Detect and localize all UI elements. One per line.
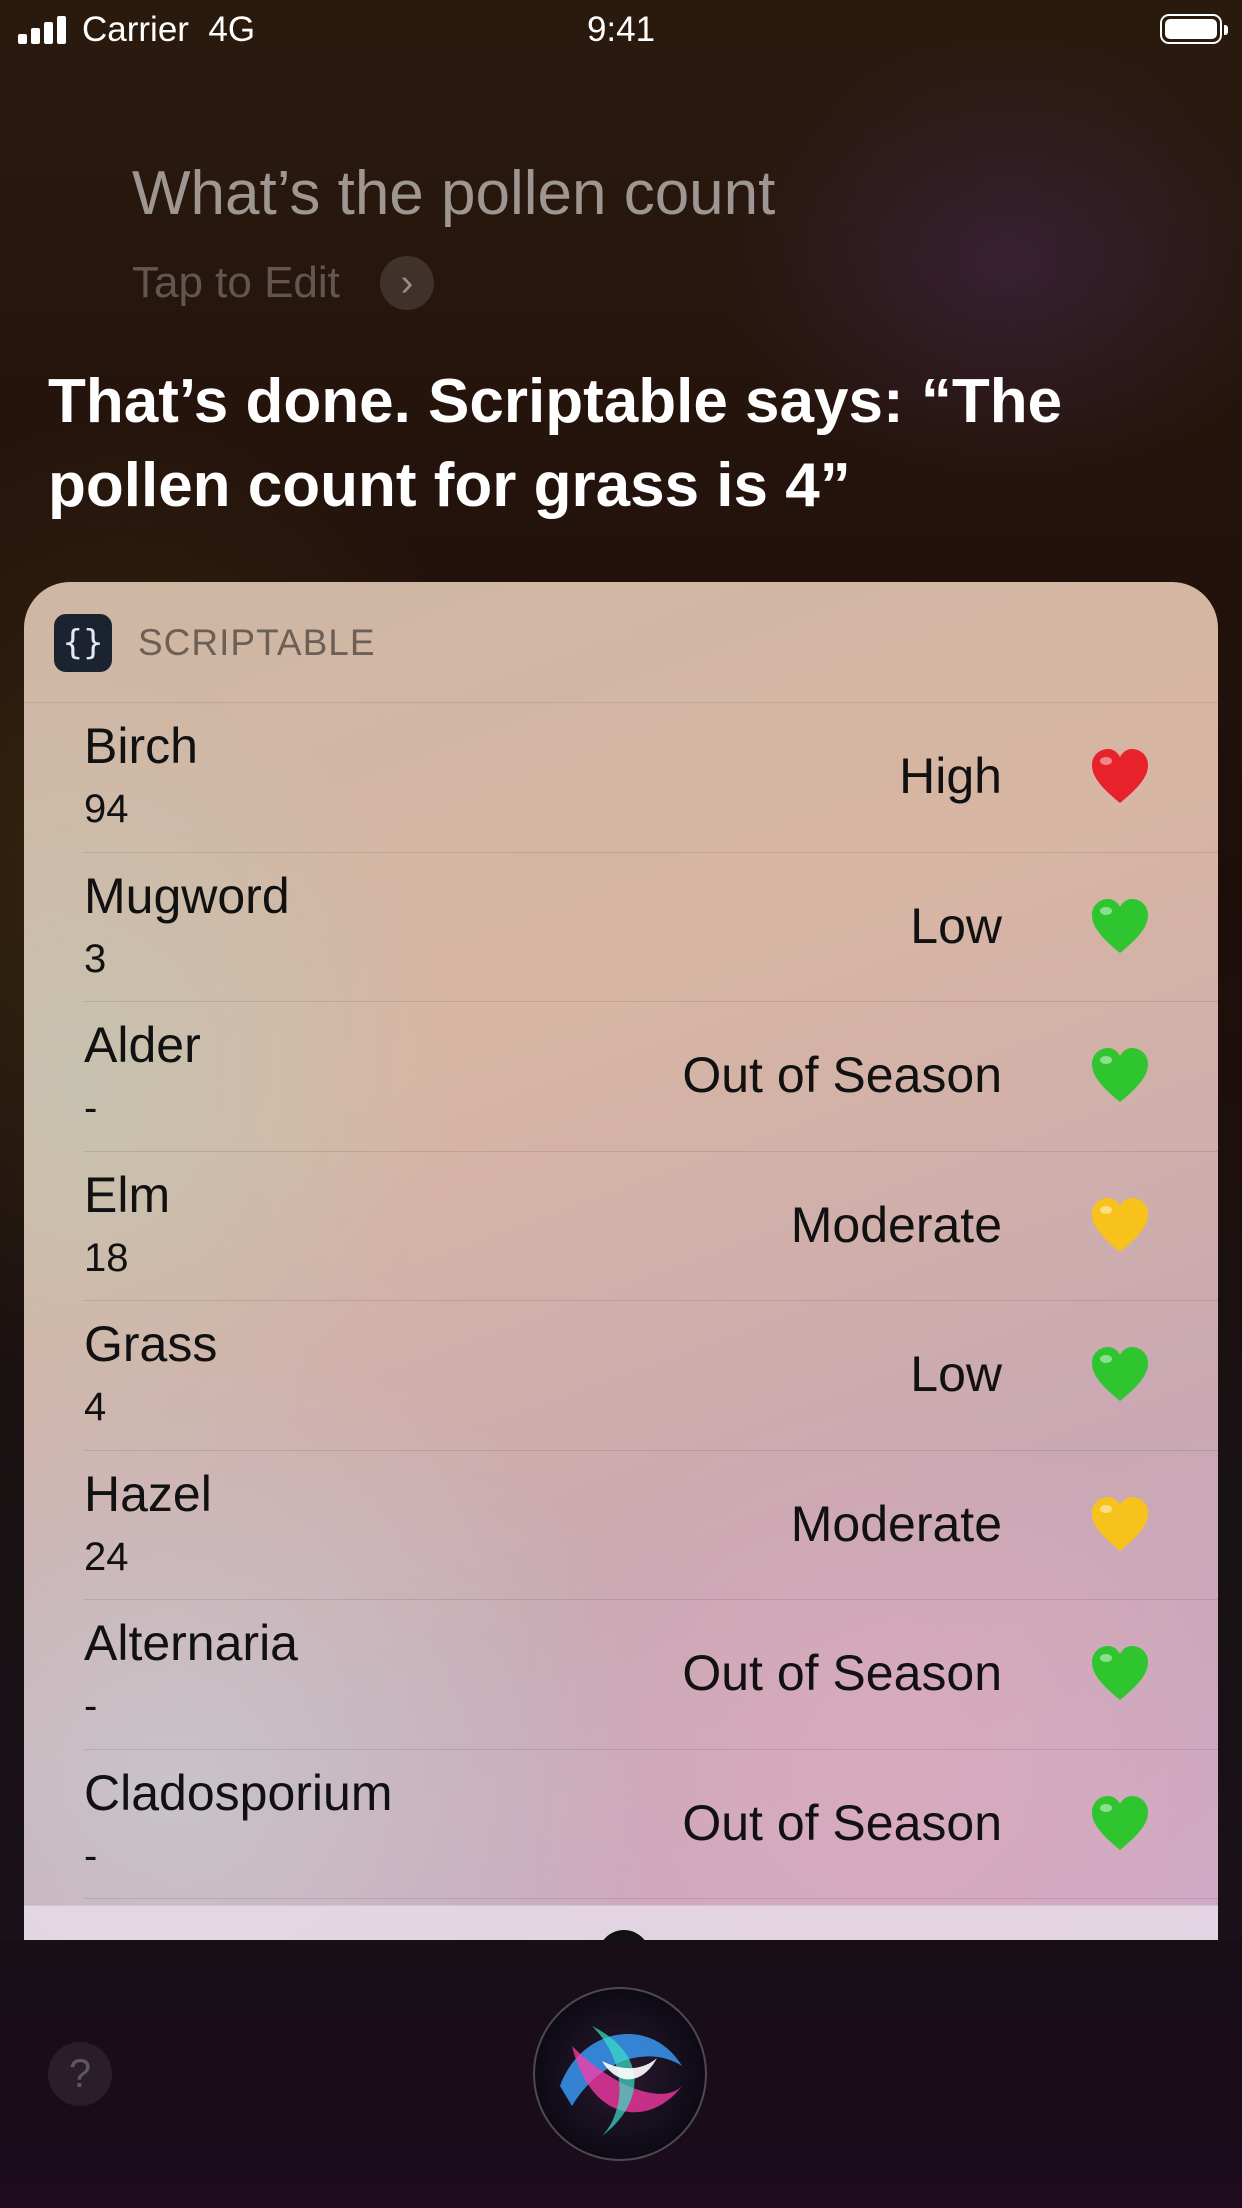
pollen-level: Moderate xyxy=(790,1495,1002,1552)
pollen-count: - xyxy=(84,1833,98,1878)
pollen-row[interactable]: Alternaria - Out of Season xyxy=(84,1600,1218,1750)
pollen-type: Grass xyxy=(84,1316,218,1372)
pollen-count: 24 xyxy=(84,1534,129,1579)
pollen-type: Alternaria xyxy=(84,1615,298,1671)
green-heart-icon xyxy=(1092,898,1148,953)
pollen-count: 4 xyxy=(84,1385,107,1429)
card-footer xyxy=(24,1905,1218,1942)
pollen-level: High xyxy=(899,748,1002,804)
status-bar: Carrier 4G 9:41 xyxy=(0,0,1242,60)
pollen-type: Alder xyxy=(84,1017,201,1073)
green-heart-icon xyxy=(1092,1347,1148,1401)
siri-orb-icon[interactable] xyxy=(532,1986,708,2162)
pollen-count: - xyxy=(84,1684,98,1728)
scriptable-app-icon: {} xyxy=(54,614,112,672)
pollen-row[interactable]: Elm 18 Moderate xyxy=(84,1152,1218,1301)
green-heart-icon xyxy=(1092,1795,1148,1850)
pollen-count: 94 xyxy=(84,787,129,831)
pollen-type: Mugword xyxy=(84,867,290,924)
help-button[interactable]: ? xyxy=(48,2042,112,2106)
pollen-list: Birch 94 High Mugword 3 Low Alder - Out of Seaso… xyxy=(24,703,1218,1899)
yellow-heart-icon xyxy=(1092,1197,1148,1252)
pollen-row[interactable]: Grass 4 Low xyxy=(84,1301,1218,1451)
scriptable-result-card[interactable]: {} SCRIPTABLE Birch 94 High Mugword 3 Low Alde… xyxy=(24,582,1218,1942)
status-time: 9:41 xyxy=(586,10,656,49)
pollen-level: Out of Season xyxy=(682,1794,1002,1851)
green-heart-icon xyxy=(1092,1646,1148,1700)
siri-query[interactable]: What’s the pollen count xyxy=(132,158,775,229)
battery-icon xyxy=(1160,14,1228,44)
pollen-row[interactable]: Birch 94 High xyxy=(84,703,1218,853)
pollen-level: Low xyxy=(910,897,1002,954)
pollen-count: 3 xyxy=(84,936,107,981)
tap-to-edit-link[interactable]: Tap to Edit xyxy=(132,258,340,308)
red-heart-icon xyxy=(1092,749,1148,803)
pollen-type: Hazel xyxy=(84,1465,212,1522)
yellow-heart-icon xyxy=(1092,1496,1148,1551)
pollen-row[interactable]: Mugword 3 Low xyxy=(84,853,1218,1002)
green-heart-icon xyxy=(1092,1048,1148,1102)
pollen-count: 18 xyxy=(84,1235,129,1280)
pollen-count: - xyxy=(84,1086,98,1130)
pollen-row[interactable]: Hazel 24 Moderate xyxy=(84,1451,1218,1600)
pollen-type: Birch xyxy=(84,718,198,774)
pollen-level: Out of Season xyxy=(682,1047,1002,1103)
pollen-row[interactable]: Alder - Out of Season xyxy=(84,1002,1218,1152)
pollen-type: Elm xyxy=(84,1166,171,1223)
siri-bottom-bar: ? xyxy=(0,1940,1242,2208)
pollen-level: Moderate xyxy=(790,1196,1002,1253)
pollen-level: Low xyxy=(910,1346,1002,1402)
pollen-level: Out of Season xyxy=(682,1645,1002,1701)
pollen-row[interactable]: Cladosporium - Out of Season xyxy=(84,1750,1218,1899)
app-name: SCRIPTABLE xyxy=(138,622,376,663)
chevron-right-icon[interactable]: › xyxy=(380,256,434,310)
pollen-type: Cladosporium xyxy=(84,1764,393,1821)
siri-response: That’s done. Scriptable says: “The polle… xyxy=(48,367,1063,520)
card-header: {} SCRIPTABLE xyxy=(24,582,1218,703)
